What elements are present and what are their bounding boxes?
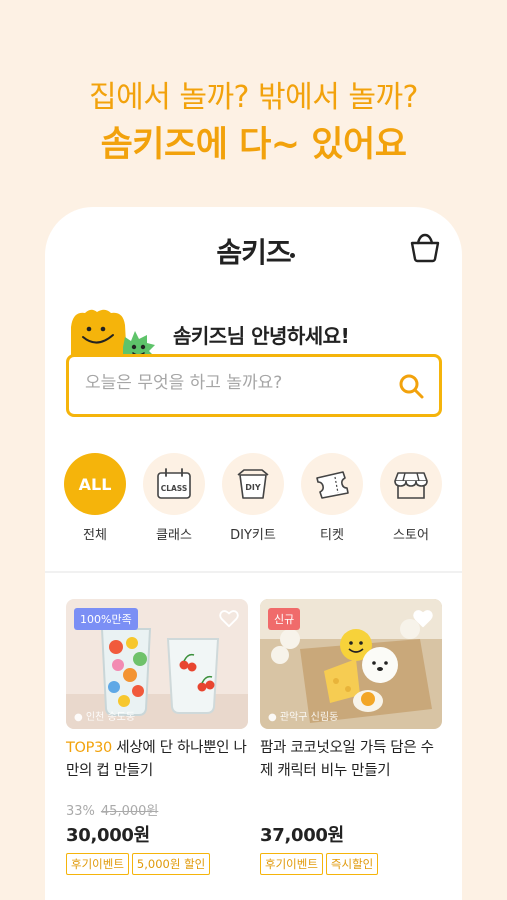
original-price-row (260, 800, 442, 818)
original-price: 45,000원 (100, 804, 159, 819)
store-icon (394, 472, 428, 499)
product-card[interactable]: 신규 ● 관악구 신림동 팜과 코코넛오일 가득 담은 수제 캐릭터 비누 만들… (260, 599, 442, 875)
product-title[interactable]: 팜과 코코넛오일 가득 담은 수제 캐릭터 비누 만들기 (260, 737, 442, 783)
ticket-icon (316, 471, 349, 499)
category-label: DIY키트 (230, 528, 276, 543)
category-ticket[interactable]: 티켓 (296, 453, 368, 543)
basket-icon[interactable] (408, 231, 442, 265)
category-class[interactable]: CLASS 클래스 (138, 453, 210, 543)
search-input[interactable] (85, 373, 385, 393)
category-label: 티켓 (320, 528, 344, 543)
product-badge: 신규 (268, 608, 301, 630)
app-logo[interactable]: 솜키즈 (45, 231, 462, 271)
product-tag: 후기이벤트 (260, 853, 323, 875)
product-tag: 즉시할인 (325, 853, 379, 875)
diy-box-icon: DIY (237, 469, 269, 499)
product-card[interactable]: 100%만족 ● 인천 송도동 TOP30 세상에 단 하나뿐인 나만의 컵 만… (66, 599, 248, 875)
title-highlight: TOP30 (66, 740, 112, 756)
product-price: 30,000원 (66, 825, 150, 846)
category-store[interactable]: 스토어 (375, 453, 447, 543)
category-menu: ALL 전체 CLASS 클래스 DIY DIY키트 티켓 스토어 (59, 453, 449, 543)
mascot-illustration (71, 309, 155, 361)
all-icon: ALL (64, 453, 126, 515)
search-icon[interactable] (397, 372, 425, 400)
location-text: ● 관악구 신림동 (268, 712, 339, 723)
app-screen: 솜키즈 솜키즈님 안녕하세요! ALL 전체 (45, 207, 462, 900)
category-label: 클래스 (156, 528, 192, 543)
diy-icon-text: DIY (245, 483, 261, 492)
logo-dot (290, 253, 295, 258)
location-text: ● 인천 송도동 (74, 712, 136, 723)
product-tag: 후기이벤트 (66, 853, 129, 875)
category-label: 전체 (83, 528, 107, 543)
class-calendar-icon: CLASS (157, 468, 191, 499)
product-image[interactable]: 신규 ● 관악구 신림동 (260, 599, 442, 729)
tag-list: 후기이벤트 즉시할인 (260, 853, 442, 875)
category-label: 스토어 (393, 528, 429, 543)
product-image[interactable]: 100%만족 ● 인천 송도동 (66, 599, 248, 729)
heart-icon[interactable] (412, 607, 434, 629)
discount-rate: 33% (66, 804, 95, 819)
product-tag: 5,000원 할인 (131, 853, 211, 875)
product-badge: 100%만족 (74, 608, 138, 630)
heart-icon[interactable] (218, 607, 240, 629)
search-box[interactable] (66, 354, 442, 417)
title-text: 팜과 코코넛오일 가득 담은 수제 캐릭터 비누 만들기 (260, 740, 434, 779)
greeting-text: 솜키즈님 안녕하세요! (173, 324, 350, 348)
product-title[interactable]: TOP30 세상에 단 하나뿐인 나만의 컵 만들기 (66, 737, 248, 783)
promo-line-2: 솜키즈에 다~ 있어요 (100, 125, 407, 165)
section-divider (45, 571, 462, 573)
original-price-row: 33% 45,000원 (66, 800, 248, 819)
category-all[interactable]: ALL 전체 (59, 453, 131, 543)
product-price: 37,000원 (260, 825, 344, 846)
category-diy[interactable]: DIY DIY키트 (217, 453, 289, 543)
tag-list: 후기이벤트 5,000원 할인 (66, 853, 248, 875)
promo-line-1: 집에서 놀까? 밖에서 놀까? (89, 80, 418, 115)
class-icon-text: CLASS (161, 484, 188, 493)
